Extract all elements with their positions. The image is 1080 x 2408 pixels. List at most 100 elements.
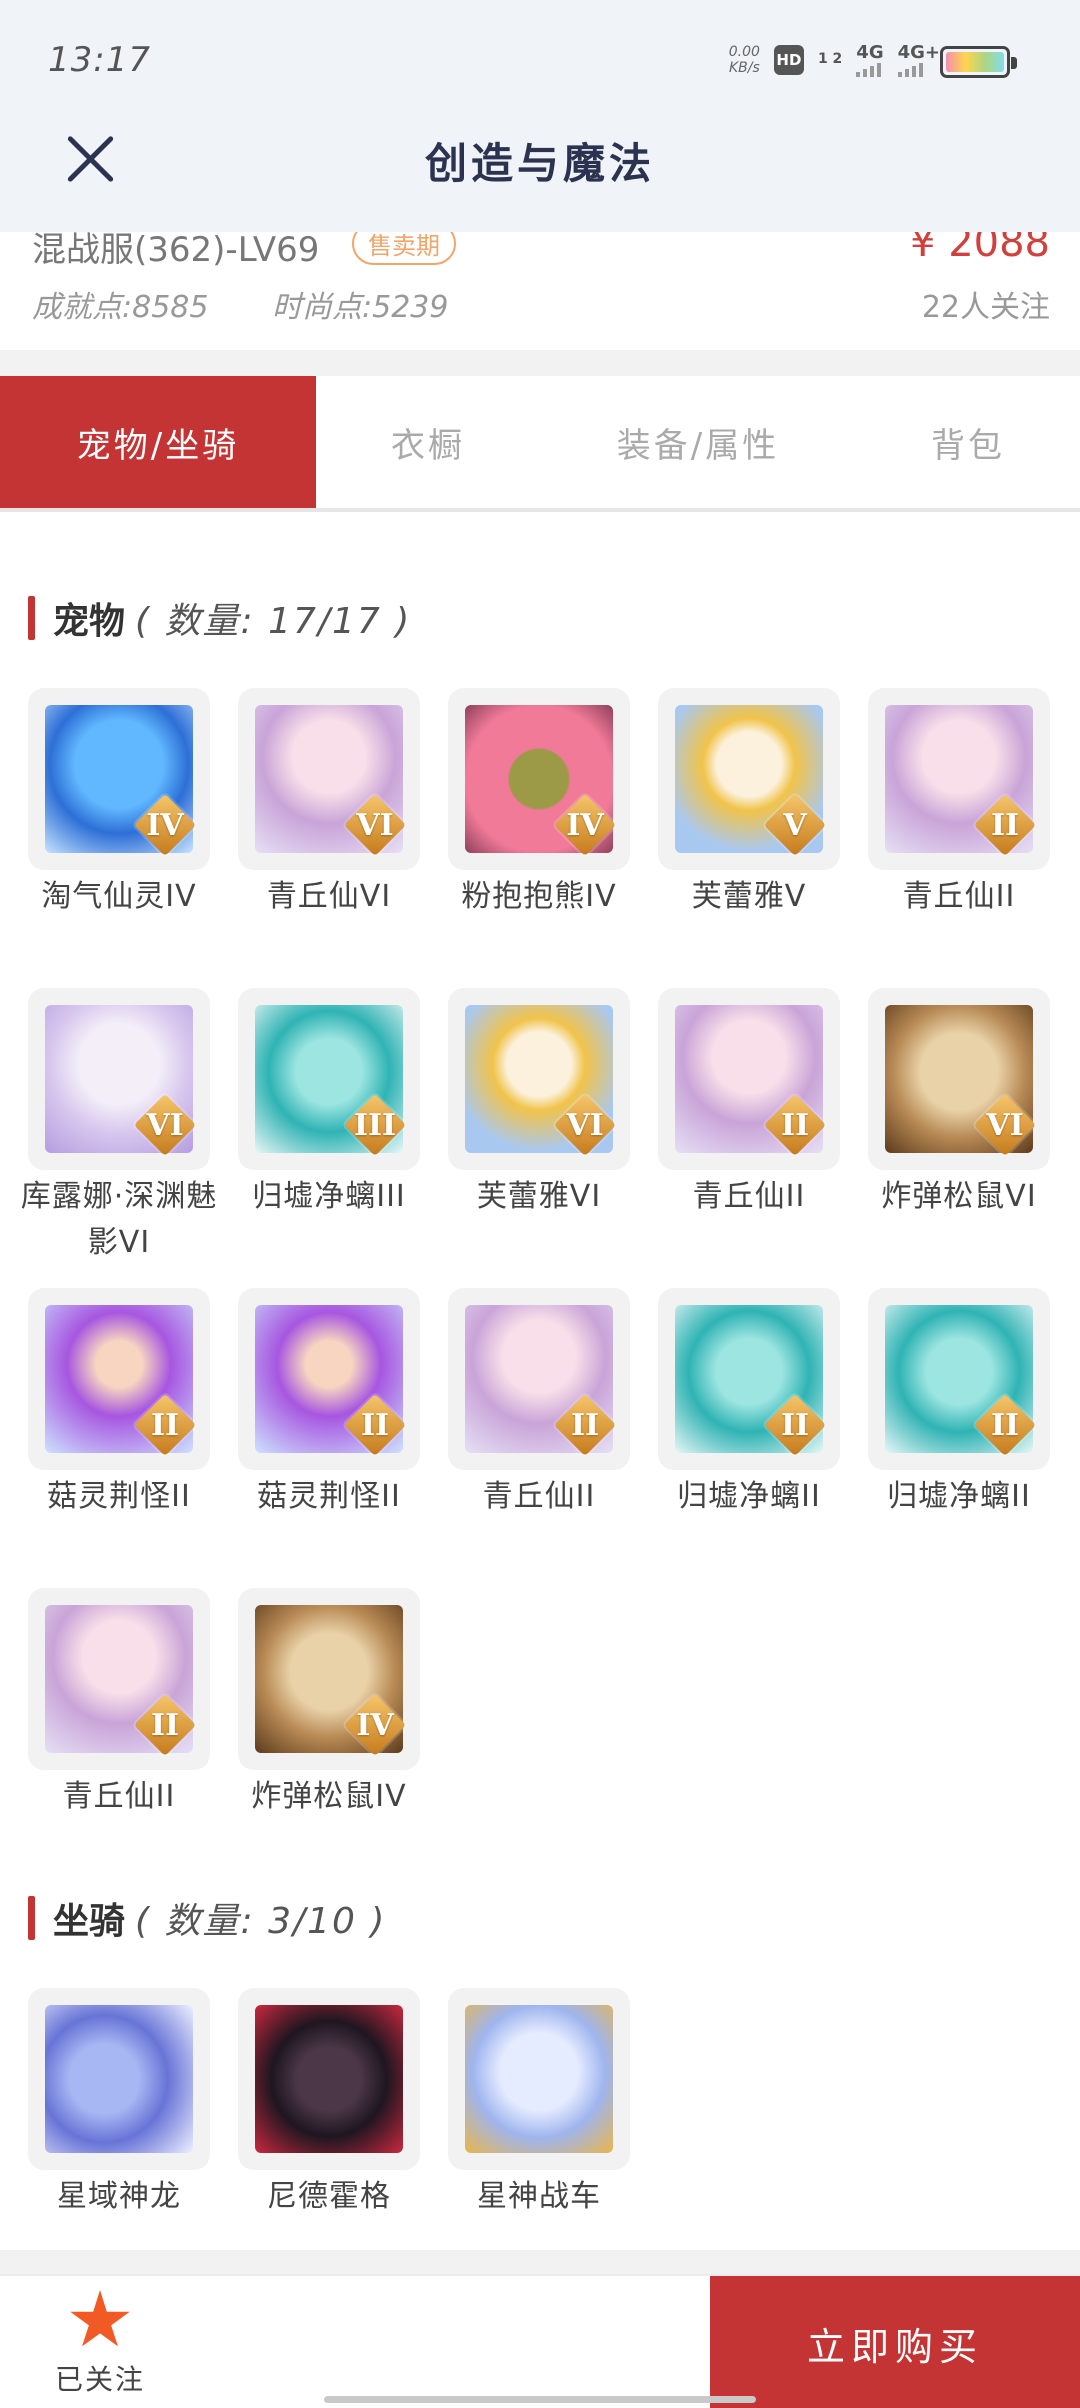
rank-label: II [360,1407,390,1443]
thumbnail [28,1988,210,2170]
buy-now-button[interactable]: 立即购买 [710,2276,1080,2408]
mount-card[interactable]: 星神战车 [448,1988,630,2220]
pet-card[interactable]: II 青丘仙II [448,1288,630,1520]
tab-equipment[interactable]: 装备/属性 [540,376,856,508]
pet-card[interactable]: IV 炸弹松鼠IV [238,1588,420,1820]
tab-bar: 宠物/坐骑 衣橱 装备/属性 背包 [0,376,1080,512]
mount-card[interactable]: 尼德霍格 [238,1988,420,2220]
thumbnail: IV [28,688,210,870]
tab-pets-mounts[interactable]: 宠物/坐骑 [0,376,316,508]
rank-label: III [353,1107,397,1143]
status-time: 13:17 [48,40,151,80]
rank-label: V [783,807,807,843]
follow-button[interactable]: 已关注 [40,2290,160,2398]
item-name: 尼德霍格 [267,2179,391,2214]
page: 13:17 0.00 KB/s HD 1 2 4G 4G+ 创造与魔法 混战服(… [0,0,1080,2408]
net-label-2: 4G+ [897,42,940,63]
pets-heading: 宠物 [53,601,126,642]
rank-label: IV [356,1707,394,1743]
pet-card[interactable]: IV 粉抱抱熊IV [448,688,630,920]
thumbnail: VI [868,988,1050,1170]
mounts-count: ( 数量: 3/10 ) [135,1901,387,1942]
item-name: 归墟净螭III [252,1179,406,1214]
pet-card[interactable]: II 青丘仙II [658,988,840,1220]
thumbnail: II [238,1288,420,1470]
pet-card[interactable]: VI 库露娜·深渊魅影VI [21,988,216,1266]
item-name: 芙蕾雅VI [476,1179,602,1214]
rank-badge: VI [134,1094,196,1156]
rank-badge: IV [554,794,616,856]
thumbnail: II [28,1288,210,1470]
status-indicators: 0.00 KB/s HD 1 2 4G 4G+ [729,42,940,77]
signal-icon: 4G [856,42,884,77]
item-name: 菇灵荆怪II [47,1479,191,1514]
mounts-section-title: 坐骑 ( 数量: 3/10 ) [28,1892,386,1944]
thumbnail: VI [238,688,420,870]
pet-card[interactable]: IV 淘气仙灵IV [28,688,210,920]
pet-card[interactable]: II 归墟净螭II [868,1288,1050,1520]
dark-portrait-icon [255,2005,403,2153]
item-name: 青丘仙II [902,879,1016,914]
rank-badge: IV [134,794,196,856]
rank-badge: III [344,1094,406,1156]
network-speed: 0.00 KB/s [729,44,760,76]
rank-badge: II [134,1694,196,1756]
tab-backpack[interactable]: 背包 [856,376,1080,508]
section-marker [28,596,35,640]
pet-card[interactable]: III 归墟净螭III [238,988,420,1220]
sim-slots: 1 2 [817,51,843,67]
rank-badge: II [974,794,1036,856]
thumbnail: IV [238,1588,420,1770]
rank-label: II [990,807,1020,843]
rank-label: II [570,1407,600,1443]
status-bar: 13:17 0.00 KB/s HD 1 2 4G 4G+ [0,0,1080,120]
hd-icon: HD [773,44,804,75]
rank-label: II [150,1707,180,1743]
item-name: 归墟净螭II [677,1479,821,1514]
rank-label: VI [146,1107,184,1143]
pet-card[interactable]: II 菇灵荆怪II [28,1288,210,1520]
rank-badge: VI [554,1094,616,1156]
bottom-bar: 已关注 立即购买 [0,2274,1080,2408]
rank-label: IV [146,807,184,843]
item-name: 菇灵荆怪II [257,1479,401,1514]
thumbnail: II [658,1288,840,1470]
rank-label: VI [356,807,394,843]
signal-icon-2: 4G+ [897,42,940,77]
item-name: 青丘仙II [62,1779,176,1814]
rank-label: VI [566,1107,604,1143]
rank-badge: IV [344,1694,406,1756]
pets-section-title: 宠物 ( 数量: 17/17 ) [28,592,411,644]
rank-badge: II [554,1394,616,1456]
thumbnail: II [658,988,840,1170]
item-name: 库露娜·深渊魅影VI [20,1179,218,1260]
rank-label: II [150,1407,180,1443]
rank-label: VI [986,1107,1024,1143]
pet-card[interactable]: II 青丘仙II [868,688,1050,920]
pet-card[interactable]: II 归墟净螭II [658,1288,840,1520]
rank-badge: II [134,1394,196,1456]
tab-wardrobe[interactable]: 衣橱 [316,376,540,508]
pet-card[interactable]: VI 炸弹松鼠VI [868,988,1050,1220]
item-name: 粉抱抱熊IV [461,879,617,914]
rank-badge: VI [974,1094,1036,1156]
speed-unit: KB/s [728,59,760,76]
thumbnail: III [238,988,420,1170]
mount-card[interactable]: 星域神龙 [28,1988,210,2220]
thumbnail: II [868,1288,1050,1470]
thumbnail: II [448,1288,630,1470]
item-name: 青丘仙II [692,1179,806,1214]
thumbnail: II [868,688,1050,870]
rank-label: II [780,1107,810,1143]
thumbnail [238,1988,420,2170]
follower-count: 22人关注 [921,290,1050,325]
fashion-points: 时尚点:5239 [272,290,449,325]
pet-card[interactable]: V 芙蕾雅V [658,688,840,920]
divider [0,350,1080,376]
pet-card[interactable]: VI 芙蕾雅VI [448,988,630,1220]
pet-card[interactable]: VI 青丘仙VI [238,688,420,920]
rank-badge: II [764,1094,826,1156]
pet-card[interactable]: II 青丘仙II [28,1588,210,1820]
pet-card[interactable]: II 菇灵荆怪II [238,1288,420,1520]
home-indicator[interactable] [324,2396,756,2403]
